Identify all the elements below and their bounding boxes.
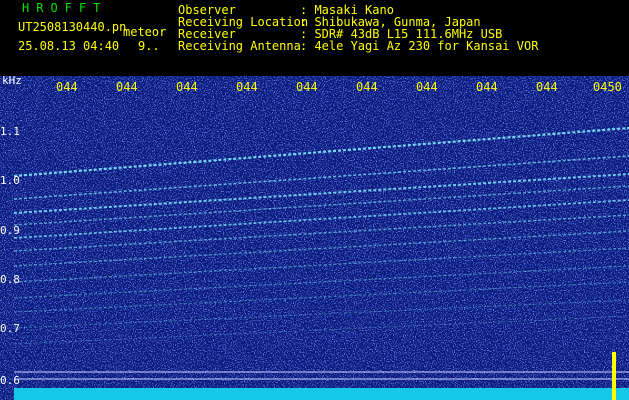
- time-tick-label: 044: [116, 80, 138, 94]
- freq-tick-label: 0.9: [0, 224, 20, 237]
- time-tick-label: 0450: [593, 80, 622, 94]
- freq-tick-label: 0.8: [0, 273, 20, 286]
- app-name: HROFFT: [22, 1, 108, 15]
- signal-level-bar: [14, 388, 629, 400]
- spectrogram-noise: [0, 76, 629, 400]
- detection-type-label: meteor: [123, 25, 167, 39]
- freq-tick-label: 1.1: [0, 125, 20, 138]
- freq-tick-label: 0.6: [0, 374, 20, 387]
- antenna-label: Receiving Antenna: [178, 39, 301, 53]
- time-tick-label: 044: [56, 80, 78, 94]
- freq-tick-label: 1.0: [0, 174, 20, 187]
- unit-label: kHz: [2, 76, 22, 87]
- freq-tick-label: 0.7: [0, 322, 20, 335]
- timestamp: 25.08.13 04:40: [18, 39, 120, 53]
- time-tick-label: 044: [416, 80, 438, 94]
- detection-count: 9..: [138, 39, 160, 53]
- header-panel: HROFFT UT2508130440.pn meteor 25.08.13 0…: [0, 0, 629, 76]
- time-tick-label: 044: [536, 80, 558, 94]
- time-tick-label: 044: [296, 80, 318, 94]
- signal-level-peak: [612, 352, 616, 400]
- hrofft-window: HROFFT UT2508130440.pn meteor 25.08.13 0…: [0, 0, 629, 400]
- time-tick-label: 044: [356, 80, 378, 94]
- spectrogram-area: kHz 044 044 044 044 044 044 044 044 044 …: [0, 76, 629, 400]
- antenna-value: : 4ele Yagi Az 230 for Kansai VOR: [300, 39, 539, 53]
- time-tick-label: 044: [476, 80, 498, 94]
- file-name: UT2508130440.pn: [18, 20, 127, 34]
- time-tick-label: 044: [236, 80, 258, 94]
- time-tick-label: 044: [176, 80, 198, 94]
